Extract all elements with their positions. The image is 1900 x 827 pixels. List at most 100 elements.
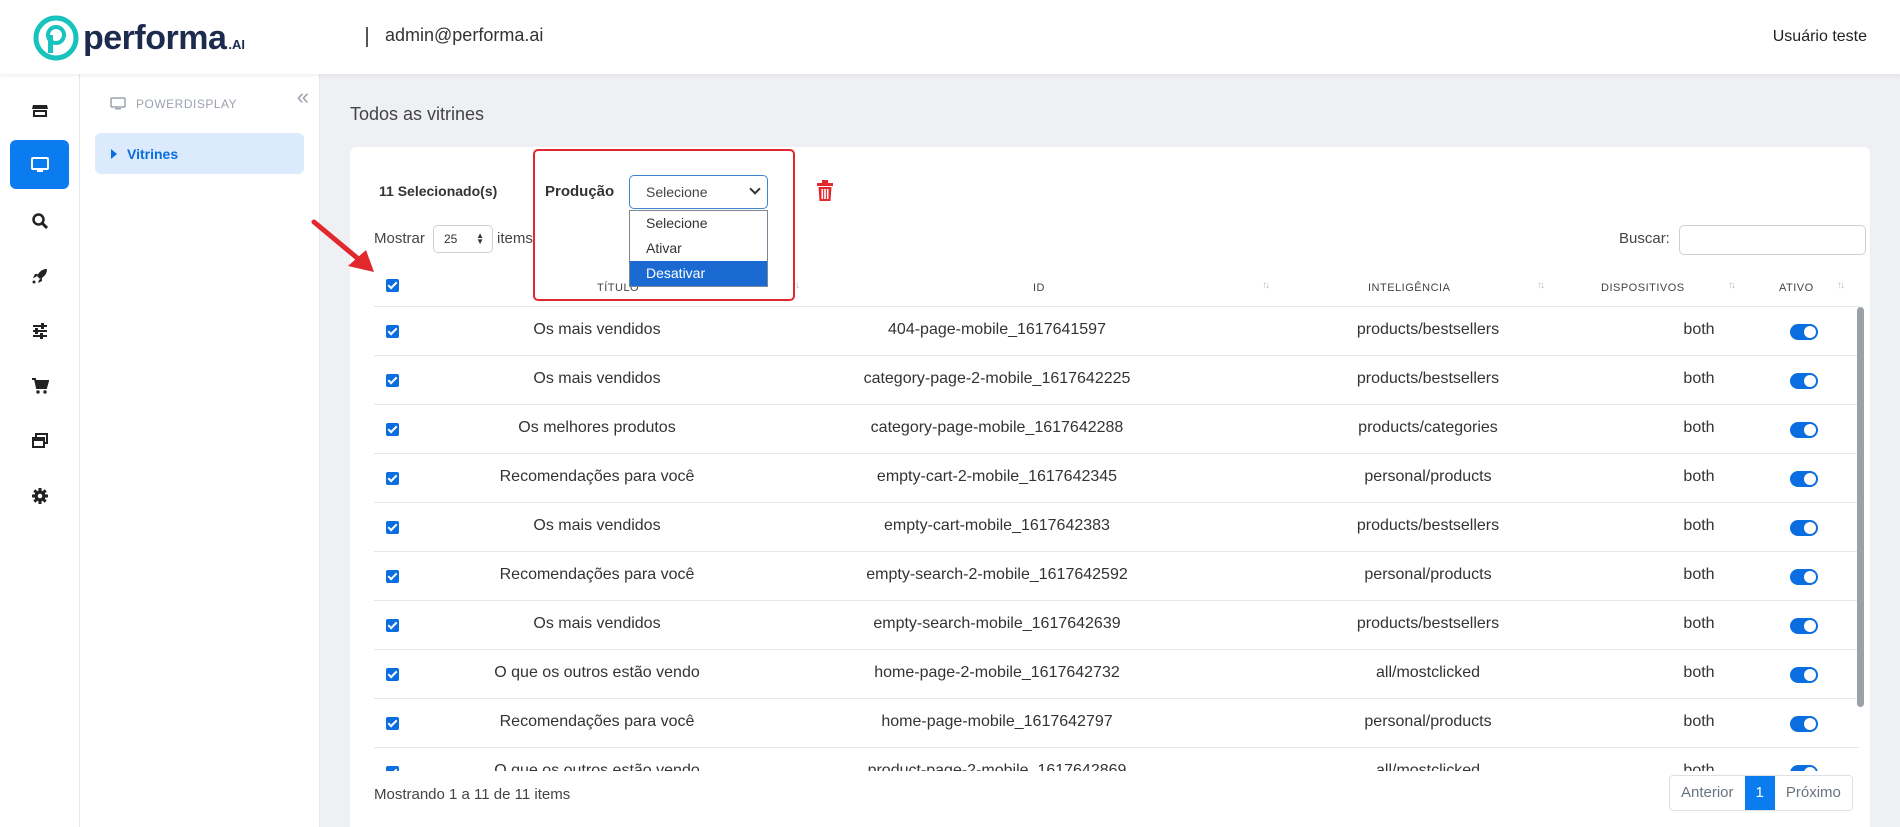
table-row: O que os outros estão vendo home-page-2-…: [374, 650, 1859, 699]
rail-search[interactable]: [10, 196, 69, 245]
option-selecione[interactable]: Selecione: [630, 211, 767, 236]
cell-title: Os mais vendidos: [533, 615, 661, 632]
trash-icon[interactable]: [816, 180, 834, 202]
cell-id: home-page-mobile_1617642797: [881, 713, 1113, 730]
table-scrollbar[interactable]: [1857, 307, 1864, 707]
active-toggle[interactable]: [1790, 716, 1818, 732]
search-input[interactable]: [1679, 225, 1866, 255]
monitor-icon: [30, 156, 49, 172]
sort-icon[interactable]: ↑↓: [1728, 280, 1736, 291]
logo-text: performa: [83, 18, 227, 57]
sort-icon[interactable]: ↑↓: [1537, 280, 1545, 291]
cell-devices: both: [1683, 664, 1715, 681]
row-checkbox[interactable]: [386, 619, 399, 632]
cell-id: category-page-mobile_1617642288: [870, 419, 1124, 436]
header-email: admin@performa.ai: [385, 25, 544, 45]
row-checkbox[interactable]: [386, 325, 399, 338]
row-checkbox[interactable]: [386, 521, 399, 534]
pagination: Anterior 1 Próximo: [1669, 775, 1853, 811]
active-toggle[interactable]: [1790, 765, 1818, 771]
cell-devices: both: [1683, 517, 1715, 534]
table-row: Os mais vendidos 404-page-mobile_1617641…: [374, 307, 1859, 356]
caret-right-icon: [111, 148, 117, 159]
active-toggle[interactable]: [1790, 422, 1818, 438]
rail-store[interactable]: [10, 86, 69, 135]
search-label: Buscar:: [1619, 230, 1670, 247]
sort-icon[interactable]: ↑↓: [792, 280, 800, 291]
row-checkbox[interactable]: [386, 766, 399, 771]
rail-powerdisplay[interactable]: [10, 140, 69, 189]
row-checkbox[interactable]: [386, 570, 399, 583]
column-header-inteligencia[interactable]: INTELIGÊNCIA: [1368, 282, 1450, 294]
secondary-sidebar: POWERDISPLAY « Vitrines: [80, 74, 320, 827]
active-toggle[interactable]: [1790, 667, 1818, 683]
rail-settings-sliders[interactable]: [10, 306, 69, 355]
cell-devices: both: [1683, 566, 1715, 583]
row-checkbox[interactable]: [386, 668, 399, 681]
sidebar-item-vitrines[interactable]: Vitrines: [95, 133, 304, 174]
cell-intelligence: personal/products: [1364, 566, 1492, 583]
table-header: TÍTULO ↑↓ ID ↑↓ INTELIGÊNCIA ↑↓ DISPOSIT…: [374, 270, 1859, 307]
logo[interactable]: performa .AI: [33, 14, 245, 62]
active-toggle[interactable]: [1790, 520, 1818, 536]
row-checkbox[interactable]: [386, 472, 399, 485]
cell-title: O que os outros estão vendo: [494, 664, 700, 681]
cell-title: Recomendações para você: [499, 468, 695, 485]
option-ativar[interactable]: Ativar: [630, 236, 767, 261]
cell-intelligence: products/categories: [1358, 419, 1498, 436]
row-checkbox[interactable]: [386, 423, 399, 436]
cell-title: Recomendações para você: [499, 566, 695, 583]
active-toggle[interactable]: [1790, 471, 1818, 487]
rail-rocket[interactable]: [10, 251, 69, 300]
cell-intelligence: products/bestsellers: [1356, 615, 1500, 632]
cell-title: Os mais vendidos: [533, 517, 661, 534]
page-title: Todos as vitrines: [350, 104, 485, 124]
column-header-id[interactable]: ID: [1033, 282, 1045, 294]
sort-icon[interactable]: ↑↓: [1262, 280, 1270, 291]
rail-cart[interactable]: [10, 361, 69, 410]
active-toggle[interactable]: [1790, 569, 1818, 585]
table-body: Os mais vendidos 404-page-mobile_1617641…: [374, 307, 1859, 771]
cell-id: empty-search-2-mobile_1617642592: [866, 566, 1128, 583]
cell-devices: both: [1683, 762, 1715, 771]
cell-id: empty-search-mobile_1617642639: [873, 615, 1121, 632]
collapse-sidebar-icon[interactable]: «: [297, 86, 309, 108]
cell-id: home-page-2-mobile_1617642732: [874, 664, 1120, 681]
row-checkbox[interactable]: [386, 717, 399, 730]
production-select[interactable]: Selecione: [629, 175, 768, 209]
table-row: Recomendações para você empty-search-2-m…: [374, 552, 1859, 601]
table-row: Recomendações para você home-page-mobile…: [374, 699, 1859, 748]
cell-id: category-page-2-mobile_1617642225: [863, 370, 1131, 387]
column-header-dispositivos[interactable]: DISPOSITIVOS: [1601, 282, 1685, 294]
cell-devices: both: [1683, 713, 1715, 730]
page-size-select[interactable]: 25 ▲ ▼: [433, 225, 493, 253]
page-1-button[interactable]: 1: [1744, 776, 1775, 810]
option-desativar[interactable]: Desativar: [630, 261, 767, 286]
pagination-info: Mostrando 1 a 11 de 11 items: [374, 786, 571, 803]
active-toggle[interactable]: [1790, 618, 1818, 634]
table-row: Os mais vendidos empty-cart-mobile_16176…: [374, 503, 1859, 552]
column-header-ativo[interactable]: ATIVO: [1779, 282, 1814, 294]
cell-intelligence: personal/products: [1364, 713, 1492, 730]
rail-gear[interactable]: [10, 471, 69, 520]
search-icon: [31, 212, 48, 229]
page-size-value: 25: [444, 232, 458, 246]
cell-id: 404-page-mobile_1617641597: [888, 321, 1106, 338]
cell-intelligence: products/bestsellers: [1356, 370, 1500, 387]
cell-devices: both: [1683, 615, 1715, 632]
prev-page-button[interactable]: Anterior: [1670, 776, 1745, 810]
cell-devices: both: [1683, 370, 1715, 387]
rail-windows[interactable]: [10, 416, 69, 465]
select-all-checkbox[interactable]: [386, 279, 399, 292]
top-header: performa .AI admin@performa.ai Usuário t…: [0, 0, 1900, 74]
cell-title: Recomendações para você: [499, 713, 695, 730]
sort-icon[interactable]: ↑↓: [1837, 280, 1845, 291]
sidebar-section-title: POWERDISPLAY: [110, 97, 237, 111]
annotation-arrow-icon: [311, 219, 374, 272]
user-menu[interactable]: Usuário teste: [1773, 28, 1867, 46]
active-toggle[interactable]: [1790, 373, 1818, 389]
row-checkbox[interactable]: [386, 374, 399, 387]
cart-icon: [31, 377, 49, 394]
active-toggle[interactable]: [1790, 324, 1818, 340]
next-page-button[interactable]: Próximo: [1774, 776, 1852, 810]
